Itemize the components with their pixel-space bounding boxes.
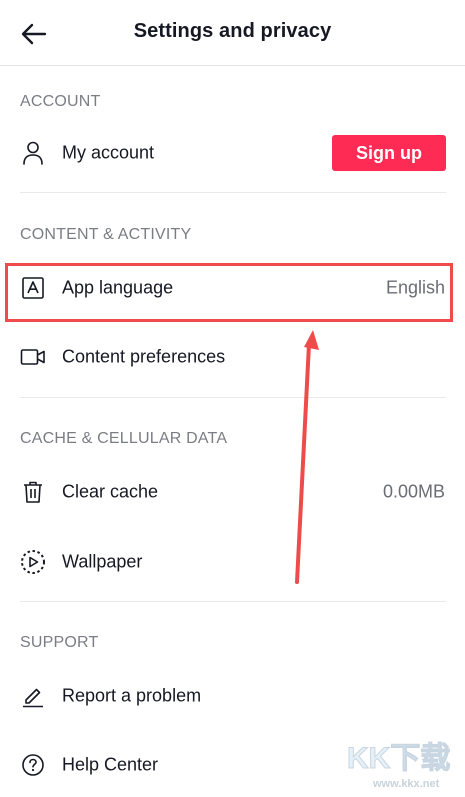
section-divider [20, 397, 446, 398]
settings-item-label: App language [62, 277, 174, 298]
sign-up-button[interactable]: Sign up [332, 135, 446, 171]
person-icon [20, 140, 46, 166]
section-header-account: ACCOUNT [20, 93, 101, 110]
settings-item-clear-cache[interactable]: Clear cache 0.00MB [0, 464, 465, 520]
settings-item-my-account[interactable]: My account Sign up [0, 125, 465, 181]
page-title: Settings and privacy [133, 20, 332, 42]
pencil-icon [20, 683, 46, 709]
video-camera-icon [20, 344, 46, 370]
help-icon [20, 752, 46, 778]
section-header-support: SUPPORT [20, 634, 99, 651]
wallpaper-icon [20, 549, 46, 575]
settings-item-label: Content preferences [62, 346, 226, 367]
settings-item-content-preferences[interactable]: Content preferences [0, 329, 465, 385]
settings-item-label: My account [62, 142, 155, 163]
settings-item-label: Report a problem [62, 685, 202, 706]
settings-item-help-center[interactable]: Help Center [0, 737, 465, 793]
section-header-cache: CACHE & CELLULAR DATA [20, 430, 228, 447]
section-divider [20, 192, 446, 193]
settings-item-label: Help Center [62, 754, 159, 775]
settings-item-label: Clear cache [62, 481, 159, 502]
trash-icon [20, 479, 46, 505]
header-bar: Settings and privacy [0, 0, 465, 66]
section-header-content-activity: CONTENT & ACTIVITY [20, 226, 192, 243]
section-divider [20, 601, 446, 602]
settings-item-app-language[interactable]: App language English [0, 260, 465, 316]
cache-size-value: 0.00MB [382, 481, 445, 502]
settings-item-report-problem[interactable]: Report a problem [0, 668, 465, 724]
settings-item-label: Wallpaper [62, 551, 143, 572]
language-icon [20, 275, 46, 301]
language-value: English [385, 277, 445, 298]
settings-item-wallpaper[interactable]: Wallpaper [0, 534, 465, 590]
